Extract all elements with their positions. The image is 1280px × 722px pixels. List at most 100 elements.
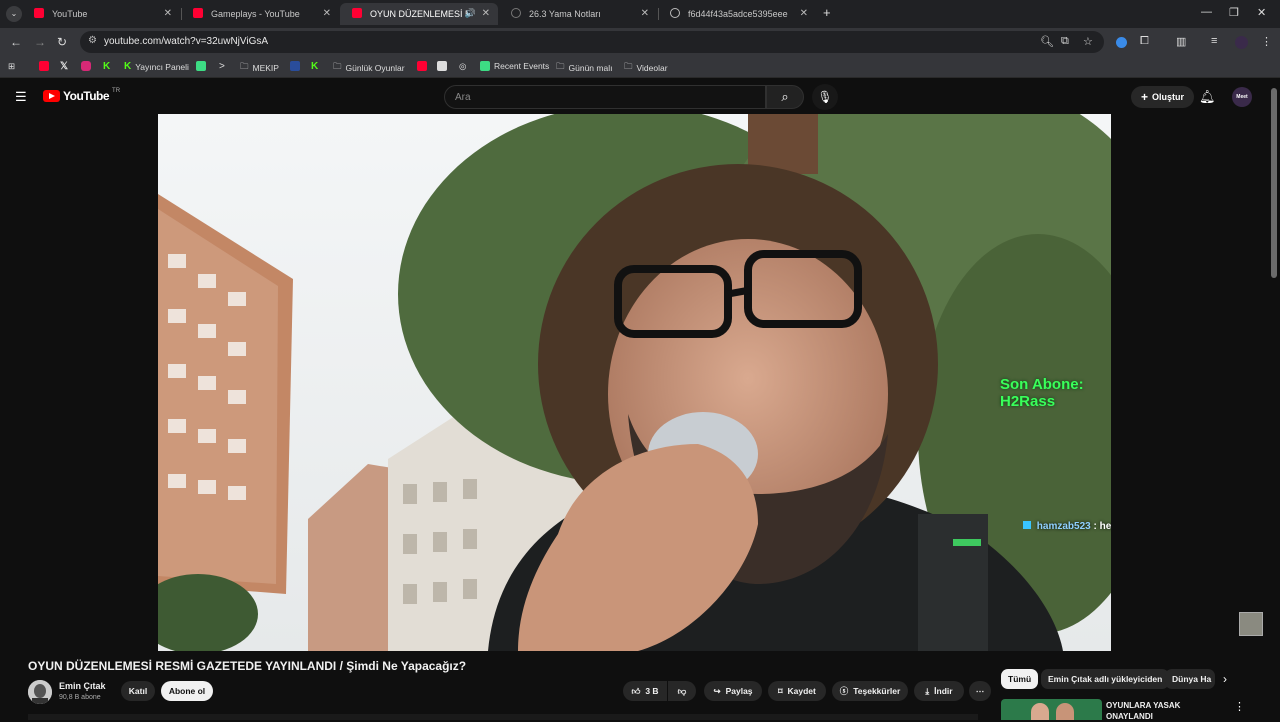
cast-icon[interactable]: ⧉ — [1061, 35, 1069, 48]
bookmark-kick-2[interactable]: K — [311, 61, 318, 72]
bookmark-star-icon[interactable]: ☆ — [1083, 35, 1093, 48]
bookmark-image[interactable] — [437, 61, 447, 71]
image-icon — [437, 61, 447, 71]
overlay-chat-message: hamzab523 : hemen dostum — [1023, 521, 1111, 532]
channel-name[interactable]: Emin Çıtak — [59, 681, 106, 691]
chat-badge-icon — [1023, 521, 1031, 529]
bookmark-videolar[interactable]: 🗀 Videolar — [624, 61, 668, 75]
tab-gameplays[interactable]: Gameplays - YouTube ✕ — [181, 3, 339, 25]
tab-hash[interactable]: f6d44f43a5adce5395eeed1525 ✕ — [658, 3, 816, 25]
bookmark-youtube[interactable] — [39, 61, 49, 71]
bookmark-app[interactable] — [196, 61, 206, 71]
youtube-logo[interactable]: YouTube TR — [43, 88, 120, 103]
account-avatar[interactable]: Meet — [1232, 87, 1252, 107]
tab-search-button[interactable]: ⌄ — [6, 6, 22, 22]
close-window-icon[interactable]: ✕ — [1257, 6, 1266, 19]
back-icon[interactable]: ← — [10, 35, 22, 49]
close-tab-icon[interactable]: ✕ — [482, 8, 490, 19]
tab-youtube[interactable]: YouTube ✕ — [22, 3, 180, 25]
bookmark-instagram[interactable] — [81, 61, 91, 71]
bookmark-kick[interactable]: K — [103, 61, 110, 72]
audio-playing-icon[interactable]: 🔊 — [465, 8, 476, 19]
close-tab-icon[interactable]: ✕ — [323, 8, 331, 19]
chip-from-uploader[interactable]: Emin Çıtak adlı yükleyiciden — [1041, 669, 1170, 689]
restore-icon[interactable]: ❐ — [1229, 6, 1239, 19]
channel-avatar-image — [28, 680, 52, 704]
browser-tab-strip: ⌄ YouTube ✕ Gameplays - YouTube ✕ OYUN D… — [0, 0, 1280, 28]
tab-active-video[interactable]: OYUN DÜZENLEMESİ RESMİ 🔊 ✕ — [340, 3, 498, 25]
bookmark-yayinci-paneli[interactable]: K Yayıncı Paneli — [124, 61, 189, 72]
tab-label: OYUN DÜZENLEMESİ RESMİ — [370, 9, 470, 19]
tab-label: YouTube — [52, 9, 88, 19]
bookmark-app-blue[interactable] — [290, 61, 300, 71]
create-button[interactable]: + Oluştur — [1131, 86, 1195, 108]
microphone-icon: 🎙︎ — [817, 90, 833, 104]
kick-icon: K — [311, 61, 319, 72]
close-tab-icon[interactable]: ✕ — [641, 8, 649, 19]
youtube-header: ☰ YouTube TR ⌕ 🎙︎ +Oluştur 🔔︎ Meet — [0, 80, 1280, 114]
bookmark-x[interactable]: 𝕏 — [60, 61, 68, 72]
bookmark-mekip[interactable]: 🗀 MEKIP — [240, 61, 279, 75]
app-icon — [290, 61, 300, 71]
hamburger-menu-icon[interactable]: ☰ — [15, 89, 27, 105]
channel-avatar[interactable] — [28, 680, 52, 704]
bookmark-globe[interactable]: ◎ — [459, 61, 466, 72]
extensions-puzzle-icon[interactable]: ⧠ — [1140, 35, 1149, 48]
chip-all[interactable]: Tümü — [1001, 669, 1039, 689]
download-button[interactable]: ⤓ İndir — [914, 681, 964, 701]
bookmark-gunluk-oyunlar[interactable]: 🗀 Günlük Oyunlar — [333, 61, 405, 75]
reload-icon[interactable]: ↻ — [57, 35, 67, 49]
bookmark-recent-events[interactable]: Recent Events — [480, 61, 549, 71]
corner-thumbnail[interactable] — [1239, 612, 1263, 636]
thanks-button[interactable]: ⓢ Teşekkürler — [832, 681, 908, 701]
recommended-menu-icon[interactable]: ⋮ — [1234, 700, 1245, 713]
close-tab-icon[interactable]: ✕ — [164, 8, 172, 19]
video-player[interactable]: Son Abone: H2Rass hamzab523 : hemen dost… — [158, 114, 1111, 651]
forward-icon[interactable]: → — [34, 35, 46, 49]
bookmark-gunun-mali[interactable]: 🗀 Günün malı — [556, 61, 612, 75]
search-input[interactable] — [445, 86, 745, 108]
close-tab-icon[interactable]: ✕ — [800, 8, 808, 19]
recommended-thumbnail[interactable] — [1001, 699, 1102, 720]
site-info-icon[interactable]: ⚙ — [88, 35, 97, 46]
side-panel-icon[interactable]: ▥ — [1176, 35, 1186, 48]
youtube-favicon-icon — [34, 8, 44, 18]
x-icon: 𝕏 — [60, 61, 69, 72]
like-button[interactable]: 👍︎ 3 B — [623, 681, 667, 701]
subscribe-button[interactable]: Abone ol — [161, 681, 213, 701]
bookmark-youtube-2[interactable] — [417, 61, 427, 71]
instagram-icon — [81, 61, 91, 71]
join-button[interactable]: Katıl — [121, 681, 155, 701]
search-button[interactable]: ⌕ — [766, 85, 804, 109]
search-box — [444, 85, 766, 109]
download-icon: ⤓ — [925, 685, 930, 696]
kick-icon: K — [124, 61, 132, 72]
dislike-button[interactable]: 👎︎ — [668, 681, 696, 701]
youtube-play-icon — [43, 90, 60, 102]
youtube-icon — [39, 61, 49, 71]
video-title: OYUN DÜZENLEMESİ RESMİ GAZETEDE YAYINLAN… — [28, 659, 467, 673]
progress-track — [28, 714, 978, 720]
profile-icon[interactable] — [1235, 36, 1248, 49]
bookmark-terminal[interactable]: > — [219, 61, 225, 72]
address-bar[interactable]: ⚙ youtube.com/watch?v=32uwNjViGsA — [80, 31, 1104, 53]
chip-world[interactable]: Dünya Ha — [1165, 669, 1215, 689]
chips-next-icon[interactable]: › — [1223, 672, 1227, 686]
apps-grid-icon[interactable]: ⊞ — [8, 61, 15, 72]
minimize-icon[interactable]: — — [1201, 6, 1212, 18]
share-button[interactable]: ↪ Paylaş — [704, 681, 762, 701]
voice-search-button[interactable]: 🎙︎ — [812, 84, 838, 110]
kick-icon: K — [103, 61, 111, 72]
tab-patch-notes[interactable]: 26.3 Yama Notları ✕ — [499, 3, 657, 25]
new-tab-button[interactable]: + — [823, 5, 831, 20]
more-actions-button[interactable]: ⋯ — [969, 681, 991, 701]
save-button[interactable]: ⌑ Kaydet — [768, 681, 826, 701]
overlay-last-subscriber: Son Abone: H2Rass — [1000, 376, 1084, 410]
media-control-icon[interactable]: ≡ — [1211, 35, 1217, 47]
extension-icon[interactable] — [1116, 37, 1127, 48]
zoom-icon[interactable]: 🔍︎ — [1040, 35, 1054, 48]
notifications-bell-icon[interactable]: 🔔︎ — [1199, 89, 1216, 105]
page-scrollbar[interactable] — [1271, 88, 1277, 278]
recommended-title[interactable]: OYUNLARA YASAK ONAYLANDI — [1106, 700, 1206, 722]
menu-dots-icon[interactable]: ⋮ — [1261, 35, 1272, 48]
